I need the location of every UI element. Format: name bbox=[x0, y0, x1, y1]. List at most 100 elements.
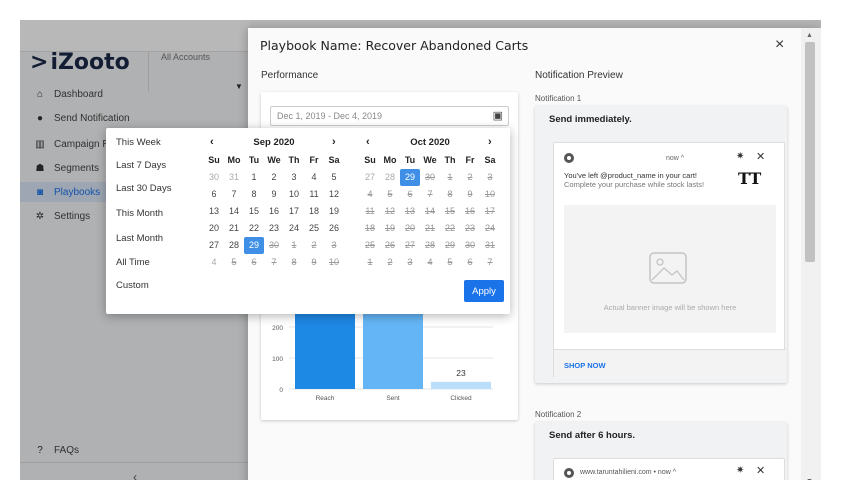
day-cell[interactable]: 5 bbox=[324, 169, 344, 186]
preset-last-month[interactable]: Last Month bbox=[116, 233, 163, 244]
gear-icon[interactable]: ✷ bbox=[736, 151, 744, 162]
preset-this-week[interactable]: This Week bbox=[116, 137, 161, 148]
day-cell[interactable]: 21 bbox=[420, 220, 440, 237]
close-icon[interactable]: ✕ bbox=[756, 464, 765, 477]
day-cell[interactable]: 2 bbox=[380, 254, 400, 271]
day-cell[interactable]: 1 bbox=[244, 169, 264, 186]
day-cell[interactable]: 6 bbox=[460, 254, 480, 271]
bar-clicked[interactable] bbox=[431, 381, 491, 389]
close-icon[interactable]: ✕ bbox=[756, 150, 765, 163]
day-cell[interactable]: 3 bbox=[480, 169, 500, 186]
day-cell[interactable]: 25 bbox=[304, 220, 324, 237]
scroll-up-icon[interactable]: ▲ bbox=[806, 32, 813, 39]
day-cell[interactable]: 7 bbox=[480, 254, 500, 271]
day-cell[interactable]: 6 bbox=[400, 186, 420, 203]
day-cell[interactable]: 5 bbox=[224, 254, 244, 271]
day-cell[interactable]: 25 bbox=[360, 237, 380, 254]
day-cell[interactable]: 21 bbox=[224, 220, 244, 237]
day-cell[interactable]: 27 bbox=[204, 237, 224, 254]
day-cell[interactable]: 18 bbox=[360, 220, 380, 237]
day-cell[interactable]: 30 bbox=[264, 237, 284, 254]
day-cell[interactable]: 15 bbox=[244, 203, 264, 220]
day-cell[interactable]: 23 bbox=[460, 220, 480, 237]
day-cell[interactable]: 9 bbox=[264, 186, 284, 203]
day-cell[interactable]: 1 bbox=[360, 254, 380, 271]
day-cell[interactable]: 7 bbox=[420, 186, 440, 203]
day-cell[interactable]: 3 bbox=[284, 169, 304, 186]
day-cell[interactable]: 18 bbox=[304, 203, 324, 220]
day-cell[interactable]: 4 bbox=[420, 254, 440, 271]
selected-day[interactable]: 29 bbox=[400, 169, 420, 186]
day-cell[interactable]: 28 bbox=[420, 237, 440, 254]
day-cell[interactable]: 24 bbox=[480, 220, 500, 237]
day-cell[interactable]: 11 bbox=[360, 203, 380, 220]
day-cell[interactable]: 5 bbox=[380, 186, 400, 203]
day-cell[interactable]: 29 bbox=[440, 237, 460, 254]
day-cell[interactable]: 12 bbox=[324, 186, 344, 203]
scroll-down-icon[interactable]: ▼ bbox=[806, 478, 813, 485]
day-cell[interactable]: 9 bbox=[304, 254, 324, 271]
day-cell[interactable]: 26 bbox=[380, 237, 400, 254]
next-month-icon[interactable]: › bbox=[332, 136, 336, 148]
day-cell[interactable]: 19 bbox=[324, 203, 344, 220]
apply-button[interactable]: Apply bbox=[464, 280, 504, 302]
day-cell[interactable]: 11 bbox=[304, 186, 324, 203]
day-cell[interactable]: 2 bbox=[304, 237, 324, 254]
shop-now-button[interactable]: SHOP NOW bbox=[564, 361, 606, 370]
day-cell[interactable]: 8 bbox=[244, 186, 264, 203]
gear-icon[interactable]: ✷ bbox=[736, 465, 744, 476]
day-cell[interactable]: 23 bbox=[264, 220, 284, 237]
day-cell[interactable]: 28 bbox=[380, 169, 400, 186]
day-cell[interactable]: 26 bbox=[324, 220, 344, 237]
day-cell[interactable]: 2 bbox=[264, 169, 284, 186]
day-cell[interactable]: 8 bbox=[284, 254, 304, 271]
day-cell[interactable]: 15 bbox=[440, 203, 460, 220]
day-cell[interactable]: 20 bbox=[204, 220, 224, 237]
day-cell[interactable]: 13 bbox=[400, 203, 420, 220]
day-cell[interactable]: 16 bbox=[264, 203, 284, 220]
day-cell[interactable]: 22 bbox=[244, 220, 264, 237]
day-cell[interactable]: 3 bbox=[324, 237, 344, 254]
day-cell[interactable]: 3 bbox=[400, 254, 420, 271]
day-cell[interactable]: 4 bbox=[304, 169, 324, 186]
day-cell[interactable]: 17 bbox=[284, 203, 304, 220]
day-cell[interactable]: 10 bbox=[324, 254, 344, 271]
day-cell[interactable]: 9 bbox=[460, 186, 480, 203]
preset-all-time[interactable]: All Time bbox=[116, 257, 150, 268]
day-cell[interactable]: 13 bbox=[204, 203, 224, 220]
day-cell[interactable]: 1 bbox=[440, 169, 460, 186]
day-cell[interactable]: 1 bbox=[284, 237, 304, 254]
day-cell[interactable]: 14 bbox=[420, 203, 440, 220]
day-cell[interactable]: 5 bbox=[440, 254, 460, 271]
day-cell[interactable]: 30 bbox=[460, 237, 480, 254]
day-cell[interactable]: 20 bbox=[400, 220, 420, 237]
selected-day[interactable]: 29 bbox=[244, 237, 264, 254]
day-cell[interactable]: 7 bbox=[224, 186, 244, 203]
next-month-icon[interactable]: › bbox=[488, 136, 492, 148]
preset-last-30-days[interactable]: Last 30 Days bbox=[116, 183, 171, 194]
day-cell[interactable]: 31 bbox=[224, 169, 244, 186]
day-cell[interactable]: 2 bbox=[460, 169, 480, 186]
day-cell[interactable]: 10 bbox=[480, 186, 500, 203]
day-cell[interactable]: 16 bbox=[460, 203, 480, 220]
day-cell[interactable]: 30 bbox=[204, 169, 224, 186]
day-cell[interactable]: 30 bbox=[420, 169, 440, 186]
day-cell[interactable]: 17 bbox=[480, 203, 500, 220]
day-cell[interactable]: 4 bbox=[204, 254, 224, 271]
day-cell[interactable]: 31 bbox=[480, 237, 500, 254]
preset-custom[interactable]: Custom bbox=[116, 280, 149, 291]
day-cell[interactable]: 14 bbox=[224, 203, 244, 220]
scrollbar-thumb[interactable] bbox=[805, 42, 815, 262]
day-cell[interactable]: 22 bbox=[440, 220, 460, 237]
day-cell[interactable]: 24 bbox=[284, 220, 304, 237]
day-cell[interactable]: 27 bbox=[360, 169, 380, 186]
day-cell[interactable]: 27 bbox=[400, 237, 420, 254]
day-cell[interactable]: 6 bbox=[204, 186, 224, 203]
day-cell[interactable]: 4 bbox=[360, 186, 380, 203]
day-cell[interactable]: 12 bbox=[380, 203, 400, 220]
prev-month-icon[interactable]: ‹ bbox=[210, 136, 214, 148]
day-cell[interactable]: 28 bbox=[224, 237, 244, 254]
day-cell[interactable]: 6 bbox=[244, 254, 264, 271]
preset-last-7-days[interactable]: Last 7 Days bbox=[116, 160, 166, 171]
day-cell[interactable]: 19 bbox=[380, 220, 400, 237]
